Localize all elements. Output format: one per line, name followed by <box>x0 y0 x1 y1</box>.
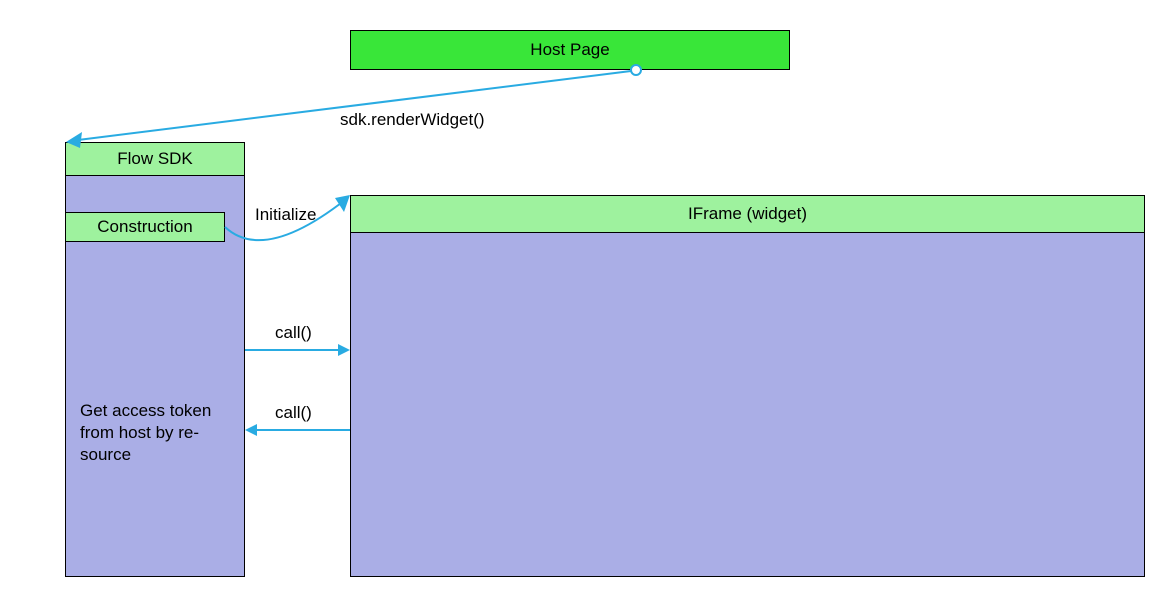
iframe-box <box>350 195 1145 577</box>
arrow-call-out <box>245 344 350 356</box>
arrow-call-back <box>245 424 350 436</box>
arrow-render-widget <box>66 65 641 148</box>
flow-sdk-header: Flow SDK <box>65 142 245 176</box>
call-back-label: call() <box>275 403 312 423</box>
access-token-text: Get access token from host by re-source <box>80 400 230 466</box>
render-widget-label: sdk.renderWidget() <box>340 110 485 130</box>
iframe-title: IFrame (widget) <box>688 204 807 224</box>
call-out-label: call() <box>275 323 312 343</box>
host-page-title: Host Page <box>530 40 609 60</box>
flow-sdk-title: Flow SDK <box>117 149 193 169</box>
host-page-box: Host Page <box>350 30 790 70</box>
construction-label: Construction <box>97 217 192 237</box>
initialize-label: Initialize <box>255 205 316 225</box>
iframe-header: IFrame (widget) <box>350 195 1145 233</box>
flow-sdk-box <box>65 142 245 577</box>
construction-box: Construction <box>65 212 225 242</box>
